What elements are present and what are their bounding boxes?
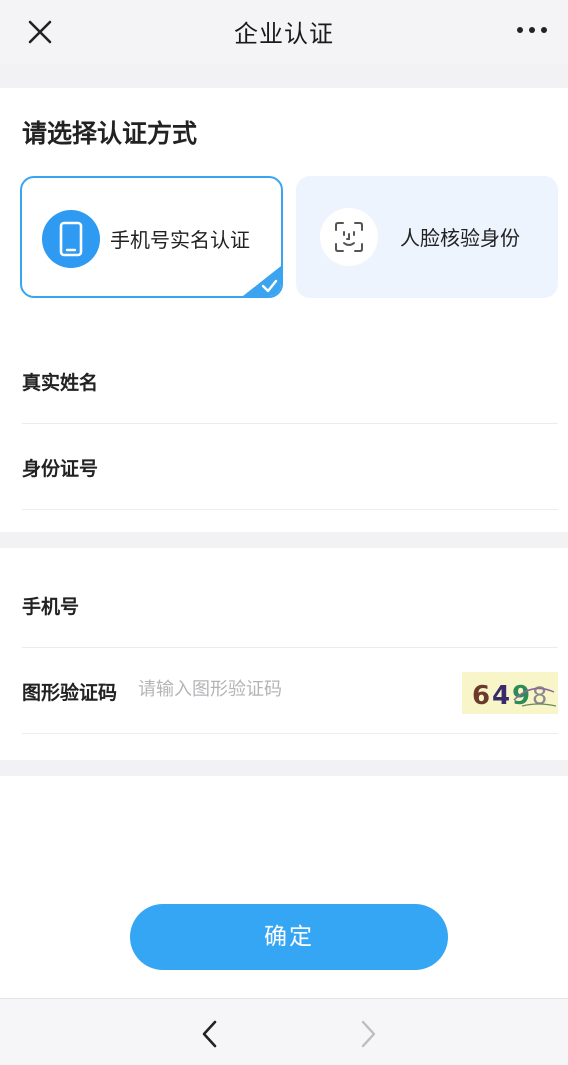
real-name-input[interactable]: [138, 364, 438, 394]
navigation-bar: 企业认证: [0, 0, 568, 64]
check-icon: [243, 266, 281, 296]
phone-card: 手机号 图形验证码 6 4 9 8: [0, 548, 568, 760]
method-label: 手机号实名认证: [110, 228, 250, 252]
id-number-input[interactable]: [138, 450, 438, 480]
captcha-char: 9: [512, 681, 530, 711]
captcha-char: 4: [492, 681, 510, 711]
section-title: 请选择认证方式: [22, 119, 198, 148]
phone-input[interactable]: [138, 588, 438, 618]
auth-card: 请选择认证方式 手机号实名认证 人脸核验身份 真实姓名 身份证号: [0, 88, 568, 532]
real-name-label: 真实姓名: [22, 372, 99, 394]
bottom-navigation: [0, 998, 568, 1065]
captcha-image[interactable]: 6 4 9 8: [462, 672, 558, 714]
phone-row: 手机号: [22, 562, 558, 648]
captcha-row: 图形验证码 6 4 9 8: [22, 648, 558, 734]
captcha-char: 6: [472, 681, 490, 711]
id-number-label: 身份证号: [22, 458, 99, 480]
captcha-char: 8: [532, 682, 547, 710]
more-dots-icon[interactable]: [512, 24, 552, 36]
real-name-row: 真实姓名: [22, 338, 558, 424]
method-phone-verification[interactable]: 手机号实名认证: [20, 176, 283, 298]
forward-arrow-icon[interactable]: [354, 1017, 382, 1051]
back-arrow-icon[interactable]: [196, 1017, 224, 1051]
phone-label: 手机号: [22, 596, 80, 618]
captcha-input[interactable]: [138, 674, 438, 704]
face-scan-icon: [335, 222, 363, 252]
captcha-label: 图形验证码: [22, 682, 118, 704]
confirm-button[interactable]: 确定: [130, 904, 448, 970]
page-title: 企业认证: [234, 20, 334, 48]
face-icon-circle: [320, 208, 378, 266]
phone-icon: [59, 221, 83, 257]
method-label: 人脸核验身份: [400, 226, 520, 250]
method-face-verification[interactable]: 人脸核验身份: [296, 176, 558, 298]
id-number-row: 身份证号: [22, 424, 558, 510]
phone-icon-circle: [42, 210, 100, 268]
